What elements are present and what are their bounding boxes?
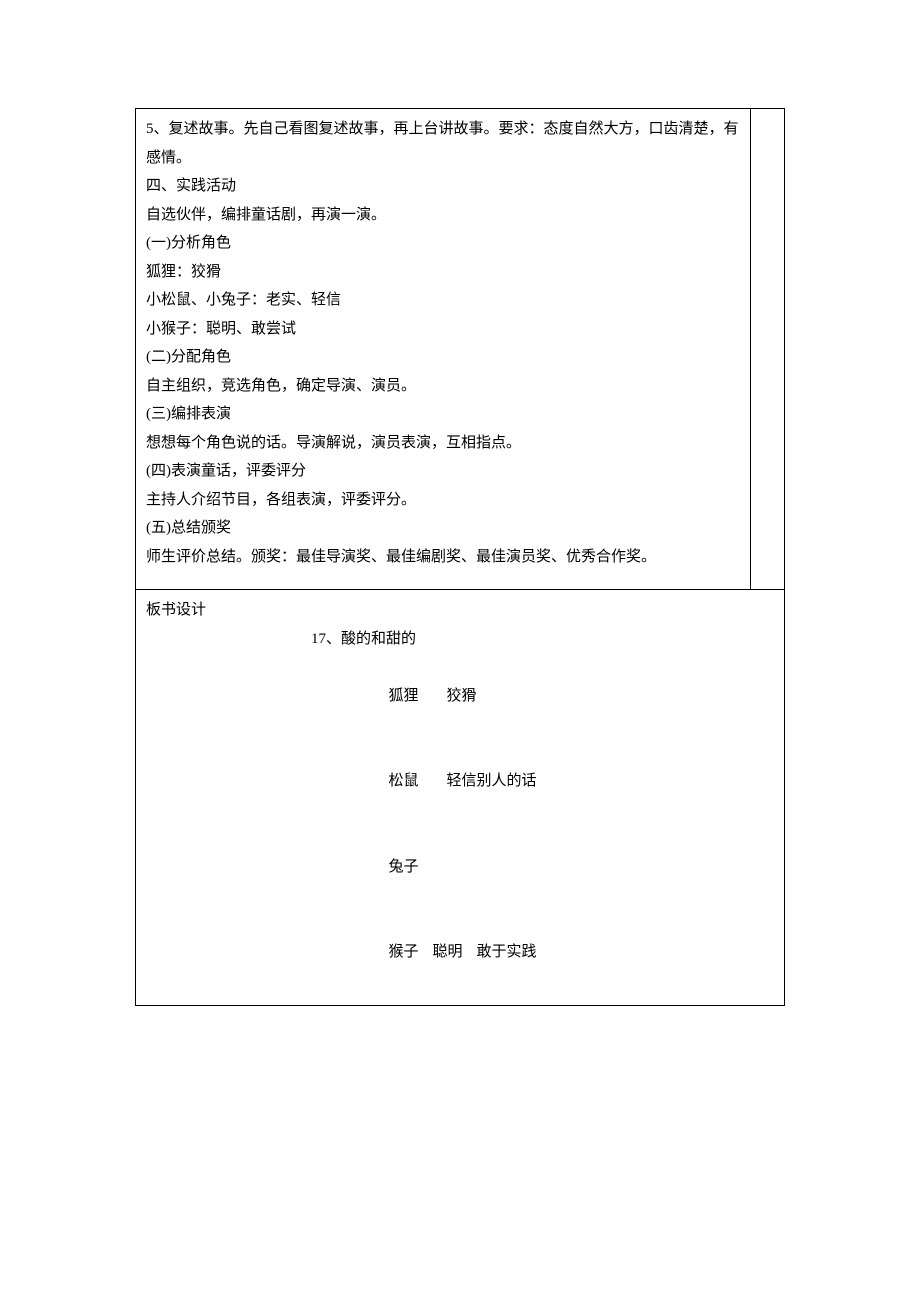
board-title: 17、酸的和甜的 <box>146 625 774 654</box>
role-name: 兔子 <box>389 859 419 875</box>
lesson-content-cell: 5、复述故事。先自己看图复述故事，再上台讲故事。要求：态度自然大方，口齿清楚，有… <box>136 109 751 590</box>
board-heading: 板书设计 <box>146 596 774 625</box>
role-name: 松鼠 <box>389 773 419 789</box>
content-line: 狐狸：狡猾 <box>146 258 740 287</box>
content-line: (一)分析角色 <box>146 229 740 258</box>
role-desc: 聪明 <box>433 944 463 960</box>
role-name: 猴子 <box>389 944 419 960</box>
content-line: 主持人介绍节目，各组表演，评委评分。 <box>146 486 740 515</box>
role-desc: 轻信别人的话 <box>447 773 537 789</box>
content-line: 师生评价总结。颁奖：最佳导演奖、最佳编剧奖、最佳演员奖、优秀合作奖。 <box>146 543 740 572</box>
content-line: (四)表演童话，评委评分 <box>146 457 740 486</box>
role-name: 狐狸 <box>389 688 419 704</box>
board-design-cell: 板书设计 17、酸的和甜的 狐狸 狡猾 松鼠 轻信别人的话 兔子 猴子聪明敢于实践 <box>136 590 785 1006</box>
board-row: 猴子聪明敢于实践 <box>146 910 774 996</box>
content-line: 小松鼠、小兔子：老实、轻信 <box>146 286 740 315</box>
margin-column <box>751 109 785 590</box>
content-line: (五)总结颁奖 <box>146 514 740 543</box>
content-line: 小猴子：聪明、敢尝试 <box>146 315 740 344</box>
content-line: 自主组织，竞选角色，确定导演、演员。 <box>146 372 740 401</box>
board-row: 狐狸 狡猾 <box>146 653 774 739</box>
content-line: (三)编排表演 <box>146 400 740 429</box>
role-desc: 狡猾 <box>447 688 477 704</box>
document-table: 5、复述故事。先自己看图复述故事，再上台讲故事。要求：态度自然大方，口齿清楚，有… <box>135 108 785 1006</box>
content-line: (二)分配角色 <box>146 343 740 372</box>
content-line: 四、实践活动 <box>146 172 740 201</box>
content-line: 5、复述故事。先自己看图复述故事，再上台讲故事。要求：态度自然大方，口齿清楚，有… <box>146 115 740 172</box>
content-line: 想想每个角色说的话。导演解说，演员表演，互相指点。 <box>146 429 740 458</box>
board-row: 松鼠 轻信别人的话 <box>146 739 774 825</box>
content-line: 自选伙伴，编排童话剧，再演一演。 <box>146 201 740 230</box>
role-desc: 敢于实践 <box>477 944 537 960</box>
board-row: 兔子 <box>146 824 774 910</box>
